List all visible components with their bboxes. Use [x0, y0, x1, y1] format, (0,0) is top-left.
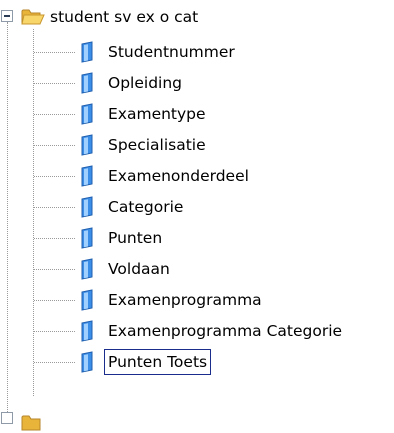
field-icon: [81, 289, 93, 311]
tree-connector-line: [34, 207, 75, 208]
tree-item[interactable]: Categorie: [0, 195, 394, 219]
field-icon: [81, 72, 93, 94]
field-icon: [81, 165, 93, 187]
field-icon: [81, 320, 93, 342]
tree-item[interactable]: Voldaan: [0, 257, 394, 281]
tree-item-label: Categorie: [108, 198, 184, 216]
tree-item-label: Punten Toets: [103, 349, 212, 375]
field-icon: [81, 41, 93, 63]
tree-item-label: Examenprogramma: [108, 291, 262, 309]
tree-item[interactable]: Punten Toets: [0, 349, 394, 375]
tree-connector-line: [34, 362, 75, 363]
tree-item[interactable]: Examenprogramma: [0, 288, 394, 312]
field-icon: [81, 258, 93, 280]
tree-item[interactable]: Examenprogramma Categorie: [0, 319, 394, 343]
field-icon: [81, 134, 93, 156]
tree-connector-line: [34, 176, 75, 177]
tree-item-label: Specialisatie: [108, 136, 206, 154]
tree-item-label: Studentnummer: [108, 43, 235, 61]
next-node-toggle[interactable]: [1, 412, 13, 424]
tree-connector-line: [34, 83, 75, 84]
tree-connector-line: [34, 114, 75, 115]
tree-connector-line: [34, 300, 75, 301]
tree-item[interactable]: Punten: [0, 226, 394, 250]
field-icon: [81, 227, 93, 249]
tree-item[interactable]: Specialisatie: [0, 133, 394, 157]
tree-view: student sv ex o cat Studentnummer Opleidi…: [0, 0, 394, 431]
field-icon: [81, 351, 93, 373]
tree-item-label: Examenonderdeel: [108, 167, 249, 185]
tree-item[interactable]: Examentype: [0, 102, 394, 126]
tree-item[interactable]: Examenonderdeel: [0, 164, 394, 188]
folder-icon: [21, 415, 41, 431]
tree-item-label: Voldaan: [108, 260, 170, 278]
collapse-toggle[interactable]: [1, 10, 13, 22]
field-icon: [81, 196, 93, 218]
folder-open-icon: [21, 9, 45, 25]
tree-connector-line: [34, 331, 75, 332]
tree-root-label[interactable]: student sv ex o cat: [50, 6, 198, 28]
tree-connector-line: [34, 238, 75, 239]
tree-item-label: Examentype: [108, 105, 206, 123]
tree-item[interactable]: Studentnummer: [0, 40, 394, 64]
tree-connector-line: [34, 52, 75, 53]
tree-item-label: Punten: [108, 229, 163, 247]
tree-item[interactable]: Opleiding: [0, 71, 394, 95]
tree-item-label: Opleiding: [108, 74, 182, 92]
tree-item-label: Examenprogramma Categorie: [108, 322, 343, 340]
tree-connector-line: [34, 269, 75, 270]
tree-connector-line: [34, 145, 75, 146]
field-icon: [81, 103, 93, 125]
